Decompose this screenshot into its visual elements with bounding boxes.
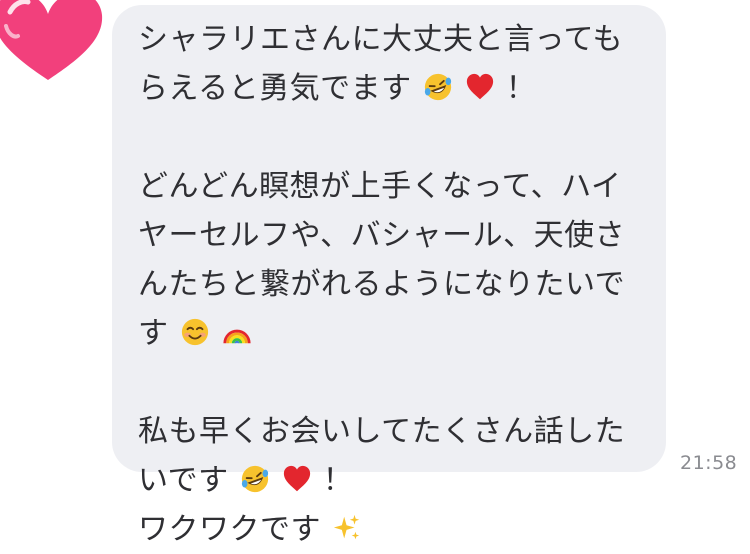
rofl-emoji-icon: [241, 465, 268, 493]
rofl-emoji-icon: [424, 73, 451, 101]
message-line: 私も早くお会いしてたくさん話した: [138, 414, 626, 449]
message-line: ヤーセルフや、バシャール、天使さ: [138, 218, 626, 253]
message-line: いです ！: [138, 463, 354, 498]
avatar-heart-icon[interactable]: [0, 0, 108, 82]
message-line: んたちと繋がれるようになりたいで: [138, 267, 626, 302]
smiling-face-icon: [181, 318, 208, 346]
sparkles-icon: [333, 514, 360, 540]
message-line: シャラリエさんに大丈夫と言っても: [138, 22, 623, 57]
red-heart-icon: [466, 73, 493, 100]
message-line: ワクワクです: [138, 505, 646, 554]
rainbow-icon: [223, 329, 251, 344]
red-heart-icon: [283, 465, 310, 492]
message-line: らえると勇気でます ！: [138, 71, 537, 106]
message-line: す: [138, 309, 646, 358]
message-bubble[interactable]: シャラリエさんに大丈夫と言っても らえると勇気でます ！ どんどん瞑想が上手くな: [112, 5, 666, 547]
message-line: どんどん瞑想が上手くなって、ハイ: [138, 169, 622, 204]
message-timestamp: 21:58: [680, 452, 738, 474]
message-text: シャラリエさんに大丈夫と言っても らえると勇気でます ！ どんどん瞑想が上手くな: [138, 15, 646, 554]
